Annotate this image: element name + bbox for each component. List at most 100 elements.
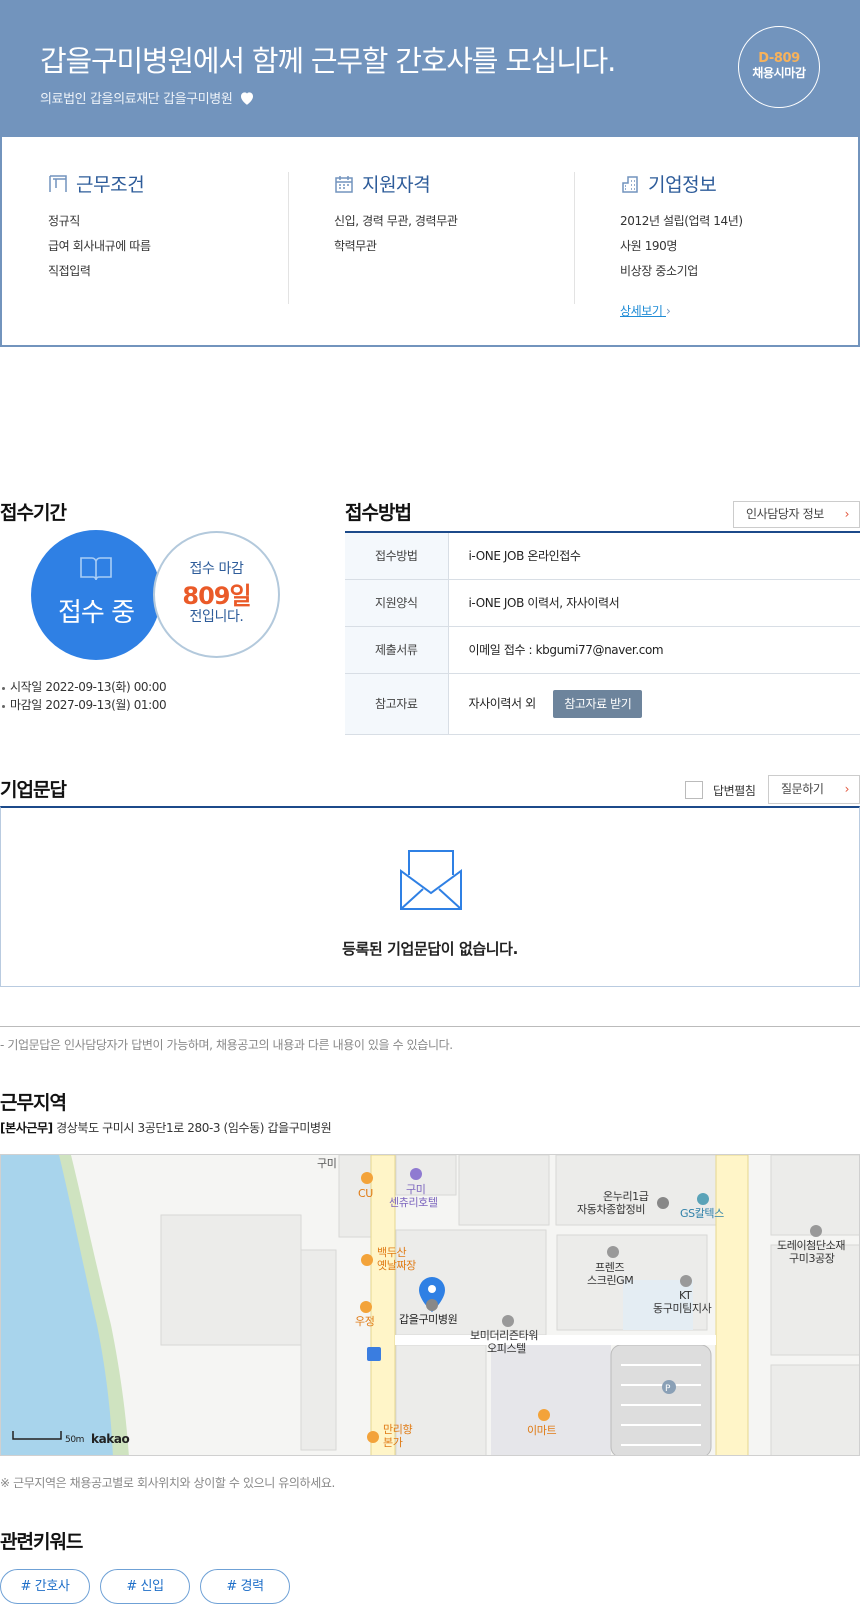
download-reference-button[interactable]: 참고자료 받기 <box>553 689 643 718</box>
summary-box: 근무조건 정규직 급여 회사내규에 따름 직접입력 지원자격 신입, 경력 무관… <box>0 137 860 347</box>
map-label: 구미3공장 <box>789 1252 835 1265</box>
map-label: 구미 <box>406 1183 425 1196</box>
building-icon <box>622 175 638 193</box>
company-row: 2012년 설립(업력 14년) <box>620 214 743 228</box>
work-row: 정규직 <box>48 214 80 228</box>
map-label: 우정 <box>355 1315 374 1328</box>
keyword-tag[interactable]: # 간호사 <box>0 1569 90 1604</box>
table-row: 지원양식 i-ONE JOB 이력서, 자사이력서 <box>345 579 860 627</box>
qual-row: 신입, 경력 무관, 경력무관 <box>334 214 458 228</box>
location-map[interactable]: 구미 CU 구미 센츄리호텔 온누리1급 자동차종합정비 GS칼텍스 도레이첨단… <box>0 1154 860 1456</box>
expand-answers-checkbox[interactable]: 답변펼침 <box>685 781 756 799</box>
qa-empty-message: 등록된 기업문답이 없습니다. <box>342 940 518 958</box>
hero-header: 갑을구미병원에서 함께 근무할 간호사를 모십니다. 의료법인 갑을의료재단 갑… <box>0 0 860 137</box>
map-label: 만리향 <box>383 1423 412 1436</box>
map-label: CU <box>358 1187 373 1200</box>
qa-title: 기업문답 <box>0 779 67 801</box>
row-value: 이메일 접수 : kbgumi77@naver.com <box>448 626 860 674</box>
job-posting-page: 갑을구미병원에서 함께 근무할 간호사를 모십니다. 의료법인 갑을의료재단 갑… <box>0 0 860 1606</box>
dday-count: D-809 <box>758 51 800 66</box>
map-label: 프렌즈 <box>595 1261 624 1274</box>
status-circle: 접수 중 <box>31 530 161 660</box>
apply-table: 접수방법 i-ONE JOB 온라인접수 지원양식 i-ONE JOB 이력서,… <box>345 531 860 735</box>
qualifications: 지원자격 신입, 경력 무관, 경력무관 학력무관 <box>334 170 458 259</box>
chevron-right-icon: › <box>844 507 850 521</box>
map-label: 센츄리호텔 <box>389 1196 438 1209</box>
company-row: 사원 190명 <box>620 239 678 253</box>
period-dates: 시작일 2022-09-13(화) 00:00 마감일 2027-09-13(월… <box>0 678 167 714</box>
work-conditions-title: 근무조건 <box>76 174 145 196</box>
work-row: 급여 회사내규에 따름 <box>48 239 151 253</box>
job-title: 갑을구미병원에서 함께 근무할 간호사를 모십니다. <box>40 44 616 78</box>
company-info-title: 기업정보 <box>648 174 717 196</box>
company-name: 의료법인 갑을의료재단 갑을구미병원 <box>40 88 256 107</box>
heart-icon[interactable] <box>238 89 256 107</box>
envelope-icon <box>400 850 462 910</box>
row-value: i-ONE JOB 온라인접수 <box>448 532 860 580</box>
map-label: 보미더리즌타워 <box>470 1329 538 1342</box>
divider <box>574 172 575 304</box>
company-detail-link[interactable]: 상세보기 › <box>620 302 671 319</box>
map-label: 스크린GM <box>587 1274 633 1287</box>
document-icon <box>49 174 67 192</box>
qualifications-title: 지원자격 <box>362 174 431 196</box>
keyword-tag[interactable]: # 신입 <box>100 1569 190 1604</box>
row-key: 지원양식 <box>345 579 449 627</box>
map-label: 백두산 <box>377 1246 406 1259</box>
chevron-right-icon: › <box>665 304 671 318</box>
map-label: 온누리1급 <box>603 1190 649 1203</box>
map-scale: 50m <box>65 1435 84 1445</box>
hr-contact-button[interactable]: 인사담당자 정보 › <box>733 501 860 528</box>
keyword-tag[interactable]: # 경력 <box>200 1569 290 1604</box>
map-brand: kakao <box>91 1432 130 1446</box>
map-label: 도레이첨단소재 <box>777 1239 845 1252</box>
deadline-circle: 접수 마감 809일 전입니다. <box>153 531 280 658</box>
qa-empty-box: 등록된 기업문답이 없습니다. <box>0 806 860 987</box>
calendar-icon <box>335 175 353 193</box>
map-label: 옛날짜장 <box>377 1259 416 1272</box>
qa-note: - 기업문답은 인사담당자가 답변이 가능하며, 채용공고의 내용과 다른 내용… <box>0 1038 453 1052</box>
work-address: [본사근무] 경상북도 구미시 3공단1로 280-3 (임수동) 갑을구미병원 <box>0 1119 332 1136</box>
qual-row: 학력무관 <box>334 239 377 253</box>
map-canvas[interactable]: 구미 CU 구미 센츄리호텔 온누리1급 자동차종합정비 GS칼텍스 도레이첨단… <box>1 1155 860 1456</box>
map-label: 본가 <box>383 1436 403 1449</box>
map-label: 자동차종합정비 <box>577 1203 645 1216</box>
end-date: 마감일 2027-09-13(월) 01:00 <box>0 696 167 714</box>
map-label: GS칼텍스 <box>680 1207 724 1220</box>
chevron-right-icon: › <box>844 782 850 796</box>
map-label: 오피스텔 <box>487 1342 526 1355</box>
period-title: 접수기간 <box>0 502 67 524</box>
address-text: 경상북도 구미시 3공단1로 280-3 (임수동) 갑을구미병원 <box>56 1121 332 1135</box>
map-label: KT <box>679 1289 692 1302</box>
work-row: 직접입력 <box>48 264 91 278</box>
row-key: 접수방법 <box>345 532 449 580</box>
ref-text: 자사이력서 외 <box>468 696 537 710</box>
map-label: 구미 <box>317 1157 336 1170</box>
expand-answers-label: 답변펼침 <box>713 783 756 798</box>
dday-badge: D-809 채용시마감 <box>738 26 820 108</box>
map-label: 갑을구미병원 <box>399 1313 457 1326</box>
ask-question-button[interactable]: 질문하기 › <box>768 775 860 804</box>
map-label: 동구미팀지사 <box>653 1302 712 1315</box>
checkbox[interactable] <box>685 781 703 799</box>
deadline-suffix: 전입니다. <box>189 609 244 625</box>
location-title: 근무지역 <box>0 1092 67 1114</box>
company-row: 비상장 중소기업 <box>620 264 698 278</box>
map-label: 이마트 <box>527 1424 556 1437</box>
table-row: 참고자료 자사이력서 외 참고자료 받기 <box>345 673 860 735</box>
row-value: 자사이력서 외 참고자료 받기 <box>448 673 860 735</box>
status-label: 접수 중 <box>57 598 135 628</box>
deadline-label: 접수 마감 <box>189 561 244 577</box>
address-tag: [본사근무] <box>0 1121 53 1135</box>
row-value: i-ONE JOB 이력서, 자사이력서 <box>448 579 860 627</box>
row-key: 참고자료 <box>345 673 449 735</box>
divider <box>288 172 289 304</box>
keywords-title: 관련키워드 <box>0 1531 83 1553</box>
dday-label: 채용시마감 <box>752 66 806 80</box>
book-icon <box>80 557 112 581</box>
company-info: 기업정보 2012년 설립(업력 14년) 사원 190명 비상장 중소기업 상… <box>620 170 743 319</box>
location-note: ※ 근무지역은 채용공고별로 회사위치와 상이할 수 있으니 유의하세요. <box>0 1476 335 1490</box>
row-key: 제출서류 <box>345 626 449 674</box>
start-date: 시작일 2022-09-13(화) 00:00 <box>0 678 167 696</box>
divider <box>0 1026 860 1027</box>
